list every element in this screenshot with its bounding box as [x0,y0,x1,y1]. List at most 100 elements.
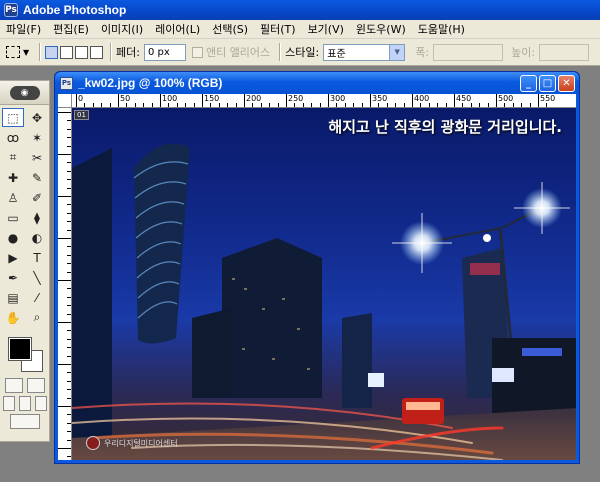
ruler-tick [168,103,170,107]
notes-icon[interactable]: ▤ [2,288,24,307]
crop-icon[interactable]: ⌗ [2,148,24,167]
move-icon[interactable]: ✥ [26,108,48,127]
slice-icon[interactable]: ✂ [26,148,48,167]
blur-icon[interactable]: ● [2,228,24,247]
ruler-tick [529,103,531,107]
ruler-tick [67,137,71,139]
ruler-tick [370,94,371,107]
lasso-icon[interactable]: ꝏ [2,128,24,147]
standard-mode-button[interactable] [4,378,23,393]
full-screen-menu-button[interactable] [18,396,31,411]
canvas-image[interactable]: 01 해지고 난 직후의 광화문 거리입니다. 우리디지털미디어센터 [72,108,576,460]
ruler-tick [58,322,71,323]
magic-wand-icon[interactable]: ✶ [26,128,48,147]
eraser-icon[interactable]: ▭ [2,208,24,227]
ruler-tick [67,120,71,122]
menu-layer[interactable]: 레이어(L) [149,21,206,37]
ruler-tick [67,305,71,307]
menu-filter[interactable]: 필터(T) [254,21,302,37]
ruler-tick [151,103,153,107]
jump-to-imageready-button[interactable] [9,414,40,429]
ruler-tick [286,94,287,107]
line-icon[interactable]: ╲ [26,268,48,287]
ruler-tick [294,103,296,107]
horizontal-ruler[interactable]: 0 50 100 150 200 250 300 350 400 450 500 550 [72,94,576,108]
ruler-tick [420,103,422,107]
type-icon[interactable]: T [26,248,48,267]
ruler-tick [512,103,514,107]
foreground-color-swatch[interactable] [8,337,32,361]
close-button[interactable]: ✕ [558,74,575,92]
jump-to-row [0,414,49,429]
menu-select[interactable]: 선택(S) [206,21,254,37]
color-swatches [4,334,45,374]
ruler-tick [67,204,71,206]
minimize-button[interactable]: _ [520,74,537,92]
standard-screen-button[interactable] [2,396,15,411]
hand-icon[interactable]: ✋ [2,308,24,327]
toolbox-header[interactable]: ◉ [0,81,49,105]
ruler-origin[interactable] [58,94,72,108]
ruler-tick [546,103,548,107]
ruler-label: 200 [246,94,262,103]
ruler-tick [193,103,195,107]
clone-stamp-icon[interactable]: ♙ [2,188,24,207]
vertical-ruler[interactable] [58,108,72,460]
ruler-tick [67,372,71,374]
ruler-tick [395,103,397,107]
menu-view[interactable]: 보기(V) [302,21,350,37]
maximize-button[interactable]: □ [539,74,556,92]
full-screen-button[interactable] [34,396,47,411]
image-info-badge: 01 [74,110,89,120]
style-value: 표준 [327,48,346,60]
ruler-label: 500 [498,94,514,103]
new-selection-button[interactable] [45,45,58,59]
city-night-scene [72,143,576,460]
zoom-icon[interactable]: ⌕ [26,308,48,327]
menu-file[interactable]: 파일(F) [0,21,47,37]
adobe-online-icon[interactable]: ◉ [9,85,40,100]
healing-brush-icon[interactable]: ✚ [2,168,24,187]
divider [110,43,111,61]
ruler-tick [67,414,71,416]
dodge-icon[interactable]: ◐ [26,228,48,247]
mask-mode-row [0,378,49,393]
width-input [433,43,504,61]
menu-edit[interactable]: 편집(E) [47,21,95,37]
tool-preset-picker[interactable]: ▼ [6,42,34,62]
ruler-tick [118,94,119,107]
document-titlebar[interactable]: Ps _kw02.jpg @ 100% (RGB) _ □ ✕ [55,72,579,94]
quick-mask-button[interactable] [26,378,45,393]
eyedropper-icon[interactable]: ⁄ [26,288,48,307]
ruler-tick [269,103,271,107]
style-select[interactable]: 표준 ▼ [323,43,406,61]
ruler-tick [277,103,279,107]
feather-input[interactable] [143,43,186,61]
ruler-tick [67,431,71,433]
subtract-from-selection-button[interactable] [75,45,88,59]
path-selection-icon[interactable]: ▶ [2,248,24,267]
app-title: Adobe Photoshop [23,3,127,17]
menu-image[interactable]: 이미지(I) [95,21,149,37]
height-input [539,43,590,61]
menu-help[interactable]: 도움말(H) [412,21,471,37]
intersect-selection-button[interactable] [90,45,103,59]
document-body: 0 50 100 150 200 250 300 350 400 450 500 550 [58,94,576,460]
paint-bucket-icon[interactable]: ⧫ [26,208,48,227]
ruler-tick [386,103,388,107]
brush-icon[interactable]: ✎ [26,168,48,187]
ruler-tick [479,103,481,107]
ruler-tick [67,380,71,382]
ruler-tick [67,271,71,273]
ruler-tick [58,448,71,449]
ruler-tick [67,145,71,147]
antialias-checkbox[interactable] [191,46,203,58]
tool-grid: ⬚ ✥ ꝏ ✶ ⌗ ✂ ✚ ✎ ♙ ✐ ▭ ⧫ ● ◐ ▶ T ✒ ╲ ▤ ⁄ ✋ ⌕ [0,105,49,330]
ruler-label: 100 [162,94,178,103]
divider [39,43,40,61]
pen-icon[interactable]: ✒ [2,268,24,287]
history-brush-icon[interactable]: ✐ [26,188,48,207]
menu-window[interactable]: 윈도우(W) [350,21,412,37]
add-to-selection-button[interactable] [60,45,73,59]
marquee-icon[interactable]: ⬚ [2,108,24,127]
